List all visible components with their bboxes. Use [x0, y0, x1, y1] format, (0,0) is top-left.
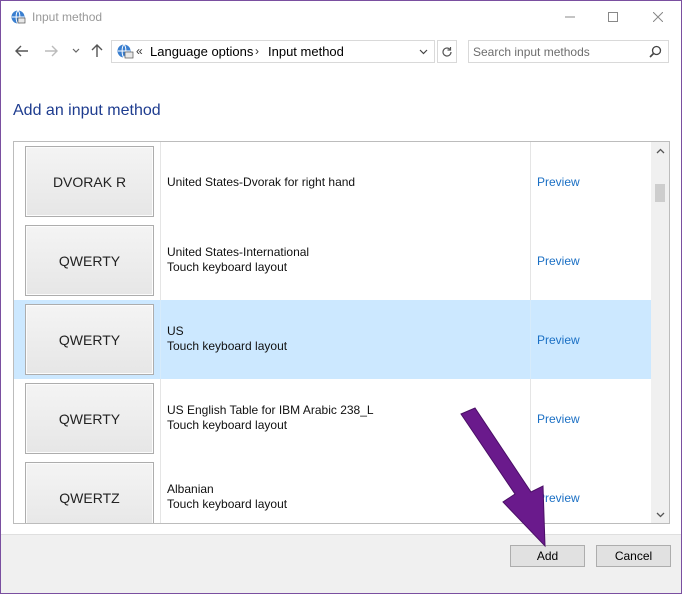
breadcrumb-separator[interactable]: › — [255, 44, 259, 58]
preview-link[interactable]: Preview — [537, 333, 580, 347]
column-divider — [160, 221, 161, 300]
input-method-app-icon — [11, 10, 26, 24]
method-name: Albanian — [167, 482, 214, 496]
navigation-bar: « Language options › Input method — [1, 37, 681, 65]
chevron-down-icon — [419, 49, 427, 55]
column-divider — [160, 300, 161, 379]
breadcrumb-overflow[interactable]: « — [136, 44, 143, 58]
dialog-footer: Add Cancel — [1, 534, 681, 593]
layout-button[interactable]: QWERTY — [25, 304, 154, 375]
chevron-up-icon — [656, 148, 664, 153]
scroll-thumb[interactable] — [655, 184, 665, 202]
column-divider — [530, 142, 531, 221]
layout-button[interactable]: QWERTY — [25, 383, 154, 454]
column-divider — [160, 142, 161, 221]
column-divider — [530, 221, 531, 300]
preview-link[interactable]: Preview — [537, 254, 580, 268]
scroll-up-button[interactable] — [651, 142, 669, 159]
address-dropdown-button[interactable] — [416, 44, 430, 60]
method-subtitle: Touch keyboard layout — [167, 497, 288, 511]
maximize-button[interactable] — [590, 1, 636, 33]
cancel-button[interactable]: Cancel — [596, 545, 671, 567]
control-panel-icon — [117, 44, 134, 59]
breadcrumb-input-method[interactable]: Input method — [268, 44, 344, 59]
method-name: US English Table for IBM Arabic 238_L — [167, 403, 374, 417]
annotation-arrow-icon — [460, 407, 546, 548]
maximize-icon — [608, 12, 618, 22]
chevron-down-icon — [72, 48, 80, 53]
up-button[interactable] — [87, 41, 107, 61]
method-subtitle: Touch keyboard layout — [167, 339, 288, 353]
input-method-list[interactable]: DVORAK R United States-Dvorak for right … — [13, 141, 670, 524]
title-bar[interactable]: Input method — [1, 1, 681, 33]
address-bar[interactable]: « Language options › Input method — [111, 40, 435, 63]
input-method-window: Input method « Language options › Input … — [0, 0, 682, 594]
forward-button[interactable] — [41, 41, 61, 61]
scroll-down-button[interactable] — [651, 506, 669, 523]
breadcrumb-language-options[interactable]: Language options — [150, 44, 253, 59]
arrow-up-icon — [91, 44, 103, 57]
search-box[interactable] — [468, 40, 669, 63]
method-name: United States-Dvorak for right hand — [167, 175, 356, 189]
refresh-button[interactable] — [437, 40, 457, 63]
page-title: Add an input method — [13, 102, 161, 119]
column-divider — [160, 379, 161, 458]
list-item[interactable]: DVORAK R United States-Dvorak for right … — [14, 142, 651, 221]
list-item-selected[interactable]: QWERTY US Touch keyboard layout Preview — [14, 300, 651, 379]
search-icon[interactable] — [649, 45, 662, 58]
method-subtitle: Touch keyboard layout — [167, 418, 288, 432]
layout-button[interactable]: QWERTY — [25, 225, 154, 296]
close-button[interactable] — [635, 1, 681, 33]
method-name: United States-International — [167, 245, 310, 259]
recent-locations-button[interactable] — [66, 41, 86, 61]
vertical-scrollbar[interactable] — [651, 142, 669, 523]
arrow-left-icon — [15, 45, 28, 57]
back-button[interactable] — [12, 41, 32, 61]
arrow-right-icon — [45, 45, 58, 57]
chevron-down-icon — [656, 512, 664, 517]
refresh-icon — [442, 46, 452, 57]
column-divider — [160, 458, 161, 523]
column-divider — [530, 300, 531, 379]
layout-button[interactable]: QWERTZ — [25, 462, 154, 523]
minimize-button[interactable] — [547, 1, 593, 33]
layout-button[interactable]: DVORAK R — [25, 146, 154, 217]
method-subtitle: Touch keyboard layout — [167, 260, 288, 274]
close-icon — [653, 12, 663, 22]
method-name: US — [167, 324, 184, 338]
search-input[interactable] — [473, 42, 643, 61]
preview-link[interactable]: Preview — [537, 175, 580, 189]
list-item[interactable]: QWERTY United States-International Touch… — [14, 221, 651, 300]
window-title: Input method — [32, 10, 103, 24]
minimize-icon — [565, 16, 575, 18]
